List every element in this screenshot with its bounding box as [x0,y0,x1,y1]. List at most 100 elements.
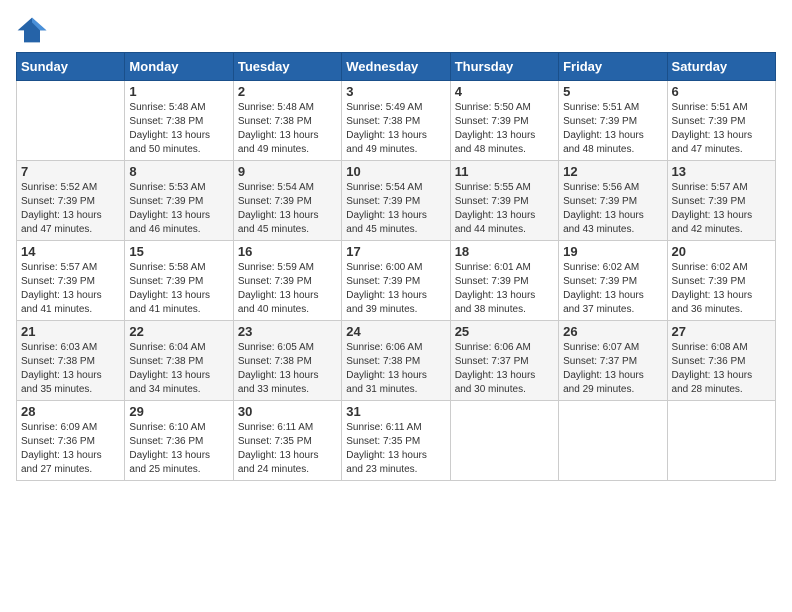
day-info: Sunrise: 5:51 AM Sunset: 7:39 PM Dayligh… [563,101,662,157]
calendar-cell: 20Sunrise: 6:02 AM Sunset: 7:39 PM Dayli… [667,241,775,321]
day-info: Sunrise: 6:04 AM Sunset: 7:38 PM Dayligh… [129,341,228,397]
day-number: 15 [129,244,228,259]
day-info: Sunrise: 6:10 AM Sunset: 7:36 PM Dayligh… [129,421,228,477]
day-number: 23 [238,324,337,339]
day-number: 28 [21,404,120,419]
day-number: 30 [238,404,337,419]
day-number: 9 [238,164,337,179]
day-number: 29 [129,404,228,419]
day-info: Sunrise: 5:57 AM Sunset: 7:39 PM Dayligh… [672,181,771,237]
calendar-week-row: 28 Sunrise: 6:09 AM Sunset: 7:36 PM Dayli… [17,401,776,481]
logo-icon [16,16,48,44]
calendar-cell: 6Sunrise: 5:51 AM Sunset: 7:39 PM Daylig… [667,81,775,161]
day-info: Sunrise: 5:56 AM Sunset: 7:39 PM Dayligh… [563,181,662,237]
day-number: 24 [346,324,445,339]
day-number: 3 [346,84,445,99]
day-info: Sunrise: 5:57 AM Sunset: 7:39 PM Dayligh… [21,261,120,317]
calendar-cell: 17Sunrise: 6:00 AM Sunset: 7:39 PM Dayli… [342,241,450,321]
day-info: Sunrise: 5:48 AM Sunset: 7:38 PM Dayligh… [129,101,228,157]
weekday-label: Saturday [667,53,775,81]
calendar-table: SundayMondayTuesdayWednesdayThursdayFrid… [16,52,776,481]
day-number: 22 [129,324,228,339]
day-info: Sunrise: 5:54 AM Sunset: 7:39 PM Dayligh… [238,181,337,237]
day-info: Sunrise: 5:48 AM Sunset: 7:38 PM Dayligh… [238,101,337,157]
calendar-cell [17,81,125,161]
weekday-label: Tuesday [233,53,341,81]
day-info: Sunrise: 5:58 AM Sunset: 7:39 PM Dayligh… [129,261,228,317]
calendar-cell: 31 Sunrise: 6:11 AM Sunset: 7:35 PM Dayli… [342,401,450,481]
calendar-cell: 12Sunrise: 5:56 AM Sunset: 7:39 PM Dayli… [559,161,667,241]
day-info: Sunrise: 6:00 AM Sunset: 7:39 PM Dayligh… [346,261,445,317]
calendar-cell [450,401,558,481]
weekday-label: Wednesday [342,53,450,81]
day-number: 8 [129,164,228,179]
day-info: Sunrise: 6:07 AM Sunset: 7:37 PM Dayligh… [563,341,662,397]
day-number: 27 [672,324,771,339]
calendar-cell: 26 Sunrise: 6:07 AM Sunset: 7:37 PM Dayli… [559,321,667,401]
calendar-cell: 10 Sunrise: 5:54 AM Sunset: 7:39 PM Dayli… [342,161,450,241]
calendar-week-row: 14 Sunrise: 5:57 AM Sunset: 7:39 PM Dayli… [17,241,776,321]
weekday-label: Thursday [450,53,558,81]
day-number: 13 [672,164,771,179]
day-number: 6 [672,84,771,99]
day-info: Sunrise: 6:09 AM Sunset: 7:36 PM Dayligh… [21,421,120,477]
day-info: Sunrise: 6:05 AM Sunset: 7:38 PM Dayligh… [238,341,337,397]
day-info: Sunrise: 5:50 AM Sunset: 7:39 PM Dayligh… [455,101,554,157]
day-number: 10 [346,164,445,179]
calendar-cell: 1 Sunrise: 5:48 AM Sunset: 7:38 PM Daylig… [125,81,233,161]
logo [16,16,52,44]
day-info: Sunrise: 5:55 AM Sunset: 7:39 PM Dayligh… [455,181,554,237]
calendar-cell: 3 Sunrise: 5:49 AM Sunset: 7:38 PM Daylig… [342,81,450,161]
calendar-cell: 9 Sunrise: 5:54 AM Sunset: 7:39 PM Daylig… [233,161,341,241]
day-number: 4 [455,84,554,99]
calendar-cell: 22 Sunrise: 6:04 AM Sunset: 7:38 PM Dayli… [125,321,233,401]
page-header [16,16,776,44]
day-number: 18 [455,244,554,259]
day-info: Sunrise: 6:02 AM Sunset: 7:39 PM Dayligh… [563,261,662,317]
calendar-cell [559,401,667,481]
day-number: 26 [563,324,662,339]
day-number: 19 [563,244,662,259]
weekday-label: Monday [125,53,233,81]
day-number: 7 [21,164,120,179]
calendar-week-row: 7 Sunrise: 5:52 AM Sunset: 7:39 PM Daylig… [17,161,776,241]
day-info: Sunrise: 6:02 AM Sunset: 7:39 PM Dayligh… [672,261,771,317]
calendar-cell: 28 Sunrise: 6:09 AM Sunset: 7:36 PM Dayli… [17,401,125,481]
calendar-cell: 21 Sunrise: 6:03 AM Sunset: 7:38 PM Dayli… [17,321,125,401]
calendar-cell: 30 Sunrise: 6:11 AM Sunset: 7:35 PM Dayli… [233,401,341,481]
day-number: 31 [346,404,445,419]
calendar-cell: 16 Sunrise: 5:59 AM Sunset: 7:39 PM Dayli… [233,241,341,321]
calendar-cell: 2 Sunrise: 5:48 AM Sunset: 7:38 PM Daylig… [233,81,341,161]
calendar-cell: 19 Sunrise: 6:02 AM Sunset: 7:39 PM Dayli… [559,241,667,321]
calendar-cell: 5Sunrise: 5:51 AM Sunset: 7:39 PM Daylig… [559,81,667,161]
day-number: 2 [238,84,337,99]
weekday-label: Friday [559,53,667,81]
calendar-week-row: 1 Sunrise: 5:48 AM Sunset: 7:38 PM Daylig… [17,81,776,161]
day-info: Sunrise: 6:06 AM Sunset: 7:37 PM Dayligh… [455,341,554,397]
day-number: 11 [455,164,554,179]
calendar-cell: 24 Sunrise: 6:06 AM Sunset: 7:38 PM Dayli… [342,321,450,401]
calendar-cell: 23 Sunrise: 6:05 AM Sunset: 7:38 PM Dayli… [233,321,341,401]
calendar-cell: 7 Sunrise: 5:52 AM Sunset: 7:39 PM Daylig… [17,161,125,241]
day-number: 21 [21,324,120,339]
day-info: Sunrise: 6:11 AM Sunset: 7:35 PM Dayligh… [346,421,445,477]
day-info: Sunrise: 5:52 AM Sunset: 7:39 PM Dayligh… [21,181,120,237]
day-info: Sunrise: 5:49 AM Sunset: 7:38 PM Dayligh… [346,101,445,157]
day-info: Sunrise: 5:54 AM Sunset: 7:39 PM Dayligh… [346,181,445,237]
day-number: 16 [238,244,337,259]
calendar-cell: 29 Sunrise: 6:10 AM Sunset: 7:36 PM Dayli… [125,401,233,481]
calendar-body: 1 Sunrise: 5:48 AM Sunset: 7:38 PM Daylig… [17,81,776,481]
weekday-label: Sunday [17,53,125,81]
calendar-cell: 8 Sunrise: 5:53 AM Sunset: 7:39 PM Daylig… [125,161,233,241]
day-info: Sunrise: 6:06 AM Sunset: 7:38 PM Dayligh… [346,341,445,397]
day-number: 1 [129,84,228,99]
day-info: Sunrise: 6:11 AM Sunset: 7:35 PM Dayligh… [238,421,337,477]
day-info: Sunrise: 5:53 AM Sunset: 7:39 PM Dayligh… [129,181,228,237]
calendar-cell [667,401,775,481]
day-info: Sunrise: 5:59 AM Sunset: 7:39 PM Dayligh… [238,261,337,317]
calendar-cell: 14 Sunrise: 5:57 AM Sunset: 7:39 PM Dayli… [17,241,125,321]
calendar-cell: 13 Sunrise: 5:57 AM Sunset: 7:39 PM Dayli… [667,161,775,241]
day-info: Sunrise: 6:03 AM Sunset: 7:38 PM Dayligh… [21,341,120,397]
calendar-week-row: 21 Sunrise: 6:03 AM Sunset: 7:38 PM Dayli… [17,321,776,401]
day-number: 14 [21,244,120,259]
